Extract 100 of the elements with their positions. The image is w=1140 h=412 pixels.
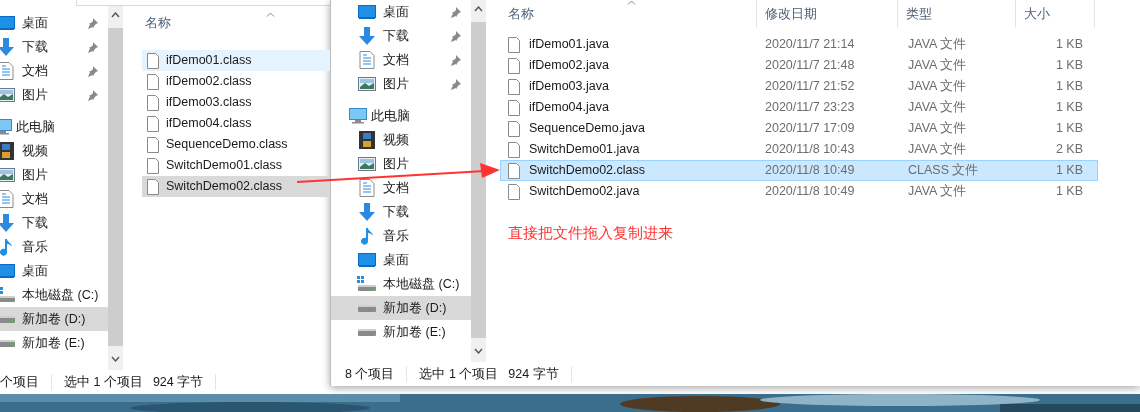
- nav-label: 本地磁盘 (C:): [22, 286, 99, 304]
- nav-item[interactable]: 下载: [331, 200, 471, 224]
- nav-item[interactable]: 桌面: [331, 0, 471, 24]
- nav-item[interactable]: 文档: [0, 187, 108, 211]
- nav-label: 新加卷 (D:): [22, 310, 86, 328]
- file-row[interactable]: ifDemo03.class: [142, 92, 330, 113]
- modified-date: 2020/11/7 21:52: [764, 78, 856, 96]
- file-row[interactable]: ifDemo01.java 2020/11/7 21:14 JAVA 文件 1 KB: [500, 34, 1098, 55]
- nav-item[interactable]: 文档: [331, 176, 471, 200]
- nav-item[interactable]: 文档: [0, 59, 108, 83]
- nav-label[interactable]: 此电脑: [371, 106, 410, 126]
- nav-label: 视频: [22, 142, 48, 160]
- nav-item[interactable]: 本地磁盘 (C:): [331, 272, 471, 296]
- drive-icon: [0, 287, 16, 303]
- file-icon: [508, 162, 520, 179]
- nav-label: 新加卷 (E:): [383, 323, 446, 341]
- scroll-up-icon[interactable]: [474, 6, 483, 12]
- scroll-up-icon[interactable]: [111, 12, 120, 18]
- file-icon: [508, 36, 520, 53]
- nav-item[interactable]: 下载: [0, 211, 108, 235]
- nav-item[interactable]: 图片: [0, 83, 108, 107]
- file-row[interactable]: SwitchDemo02.class: [142, 176, 330, 197]
- file-icon: [508, 99, 520, 116]
- file-type: JAVA 文件: [907, 99, 968, 117]
- picture-icon: [0, 168, 15, 182]
- pin-icon: [87, 41, 98, 53]
- nav-label: 图片: [22, 166, 48, 184]
- file-row[interactable]: ifDemo04.java 2020/11/7 23:23 JAVA 文件 1 KB: [500, 97, 1098, 118]
- picture-icon: [0, 88, 15, 102]
- picture-icon: [358, 77, 376, 91]
- nav-item[interactable]: 音乐: [0, 235, 108, 259]
- scroll-down-icon[interactable]: [474, 348, 483, 354]
- file-size: 1 KB: [1054, 120, 1084, 138]
- scroll-down-icon[interactable]: [111, 356, 120, 362]
- file-row[interactable]: ifDemo04.class: [142, 113, 330, 134]
- file-row[interactable]: SwitchDemo01.class: [142, 155, 330, 176]
- file-row[interactable]: SwitchDemo02.class 2020/11/8 10:49 CLASS 文件 1 KB: [500, 160, 1098, 181]
- file-name: ifDemo04.class: [166, 115, 252, 133]
- column-header[interactable]: 名称: [142, 6, 330, 34]
- nav-item[interactable]: 桌面: [0, 259, 108, 283]
- nav-item[interactable]: 下载: [331, 24, 471, 48]
- nav-item[interactable]: 新加卷 (D:): [331, 296, 471, 320]
- nav-label[interactable]: 此电脑: [16, 117, 55, 137]
- nav-item[interactable]: 图片: [331, 72, 471, 96]
- nav-item[interactable]: 下载: [0, 35, 108, 59]
- file-name: ifDemo01.class: [166, 52, 252, 70]
- nav-label: 图片: [22, 86, 48, 104]
- file-icon: [147, 136, 159, 153]
- column-header[interactable]: 大小: [1016, 0, 1095, 28]
- music-note-icon: [0, 238, 13, 256]
- file-row[interactable]: SequenceDemo.java 2020/11/7 17:09 JAVA 文件 1 KB: [500, 118, 1098, 139]
- pin-icon: [450, 54, 461, 66]
- nav-item[interactable]: 本地磁盘 (C:): [0, 283, 108, 307]
- file-name: SwitchDemo02.java: [529, 183, 640, 201]
- pin-icon: [450, 6, 461, 18]
- nav-item[interactable]: 音乐: [331, 224, 471, 248]
- file-icon: [508, 183, 520, 200]
- nav-label: 新加卷 (D:): [383, 299, 447, 317]
- nav-item[interactable]: 图片: [331, 152, 471, 176]
- file-name: ifDemo03.class: [166, 94, 252, 112]
- nav-item[interactable]: 视频: [331, 128, 471, 152]
- file-icon: [147, 94, 159, 111]
- file-row[interactable]: SequenceDemo.class: [142, 134, 330, 155]
- nav-item[interactable]: 新加卷 (D:): [0, 307, 108, 331]
- annotation-text: 直接把文件拖入复制进来: [507, 223, 674, 243]
- nav-item[interactable]: 图片: [0, 163, 108, 187]
- nav-item[interactable]: 新加卷 (E:): [331, 320, 471, 344]
- file-row[interactable]: SwitchDemo02.java 2020/11/8 10:49 JAVA 文件 1 KB: [500, 181, 1098, 202]
- nav-item[interactable]: 桌面: [331, 248, 471, 272]
- file-type: JAVA 文件: [907, 78, 968, 96]
- file-type: JAVA 文件: [907, 141, 968, 159]
- nav-item[interactable]: 新加卷 (E:): [0, 331, 108, 355]
- nav-label: 桌面: [383, 251, 409, 269]
- file-size: 1 KB: [1054, 57, 1084, 75]
- desktop-icon: [0, 16, 15, 30]
- file-row[interactable]: ifDemo03.java 2020/11/7 21:52 JAVA 文件 1 KB: [500, 76, 1098, 97]
- file-row[interactable]: SwitchDemo01.java 2020/11/8 10:43 JAVA 文件 2 KB: [500, 139, 1098, 160]
- nav-item[interactable]: 桌面: [0, 11, 108, 35]
- column-header[interactable]: 修改日期: [757, 0, 898, 28]
- file-row[interactable]: ifDemo01.class: [142, 50, 330, 71]
- column-header[interactable]: 类型: [898, 0, 1016, 28]
- nav-item[interactable]: 视频: [0, 139, 108, 163]
- file-size: 1 KB: [1054, 183, 1084, 201]
- pin-icon: [450, 30, 461, 42]
- nav-label: 音乐: [383, 227, 409, 245]
- column-header[interactable]: 名称: [500, 0, 757, 28]
- file-row[interactable]: ifDemo02.class: [142, 71, 330, 92]
- nav-label: 下载: [383, 203, 409, 221]
- file-size: 1 KB: [1054, 99, 1084, 117]
- nav-label: 文档: [383, 179, 409, 197]
- file-size: 2 KB: [1054, 141, 1084, 159]
- file-name: ifDemo02.java: [529, 57, 609, 75]
- sort-caret-icon: [627, 0, 636, 5]
- nav-item[interactable]: 文档: [331, 48, 471, 72]
- file-row[interactable]: ifDemo02.java 2020/11/7 21:48 JAVA 文件 1 KB: [500, 55, 1098, 76]
- down-arrow-icon: [0, 38, 15, 56]
- file-icon: [508, 78, 520, 95]
- drive-icon: [0, 339, 15, 347]
- sort-caret-icon: [266, 12, 275, 17]
- status-text: 个项目: [0, 373, 39, 391]
